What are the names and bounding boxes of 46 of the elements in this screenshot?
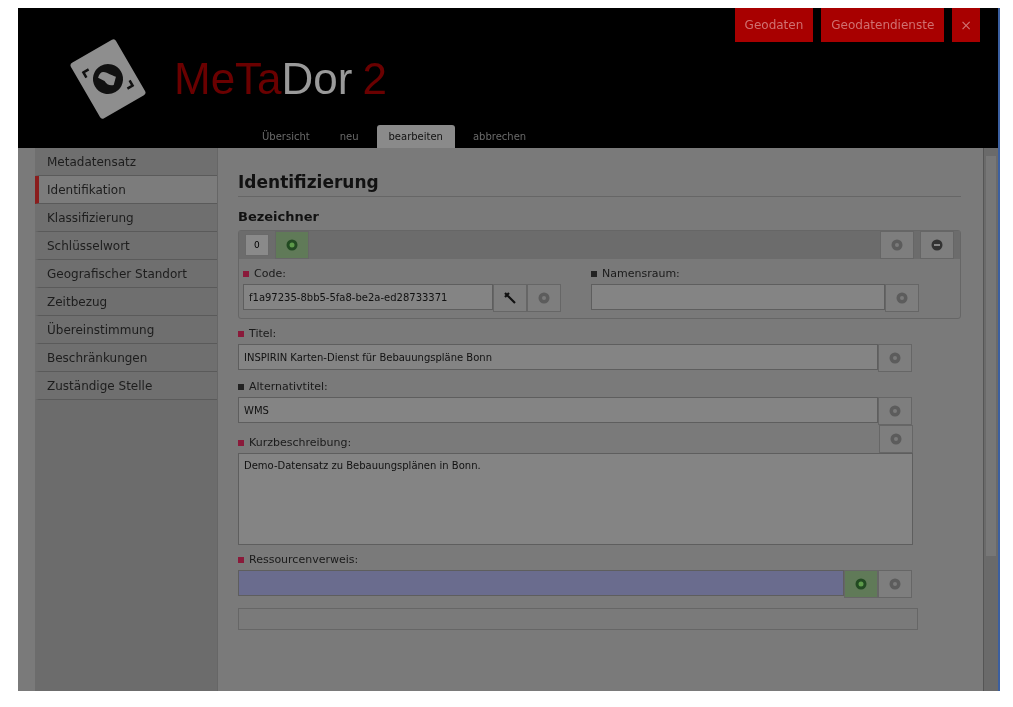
help-icon	[896, 292, 908, 304]
wrench-icon	[503, 291, 517, 305]
section-heading: Identifizierung	[238, 172, 961, 197]
sidebar-item[interactable]: Identifikation	[35, 176, 217, 204]
remove-button[interactable]	[920, 231, 954, 259]
minus-icon	[931, 239, 943, 251]
tab[interactable]: neu	[327, 125, 371, 148]
help-button[interactable]	[885, 284, 919, 312]
nav-button[interactable]: Geodatendienste	[821, 8, 945, 42]
help-button[interactable]	[878, 397, 912, 425]
field-label: Titel:	[238, 327, 961, 340]
add-button[interactable]	[274, 231, 309, 259]
scrollbar[interactable]	[983, 148, 998, 691]
text-field[interactable]: INSPIRIN Karten-Dienst für Bebauungspläne Bonn	[238, 344, 878, 370]
app-logo-text: MeTaDor 2	[174, 54, 387, 104]
resource-field[interactable]	[238, 570, 844, 596]
help-button[interactable]	[879, 425, 913, 453]
help-button[interactable]	[878, 570, 912, 598]
plus-icon	[855, 578, 867, 590]
tab[interactable]: Übersicht	[250, 125, 322, 148]
field-label: Namensraum:	[591, 267, 919, 280]
generate-button[interactable]	[493, 284, 527, 312]
description-field[interactable]: Demo-Datensatz zu Bebauungsplänen in Bonn.	[238, 453, 913, 545]
help-icon	[889, 578, 901, 590]
help-icon	[889, 405, 901, 417]
field-label: Alternativtitel:	[238, 380, 961, 393]
field-label: Code:	[243, 267, 561, 280]
help-icon	[890, 433, 902, 445]
help-icon	[538, 292, 550, 304]
tab[interactable]: bearbeiten	[376, 125, 455, 148]
nav-button[interactable]: Geodaten	[734, 8, 814, 42]
plus-icon	[285, 239, 298, 251]
help-icon	[889, 352, 901, 364]
add-button[interactable]	[844, 570, 878, 598]
field-label: Kurzbeschreibung:	[238, 436, 352, 449]
close-button[interactable]: ×	[952, 8, 980, 42]
help-button[interactable]	[880, 231, 914, 259]
field-label: Ressourcenverweis:	[238, 553, 961, 566]
identifier-tab[interactable]: 0	[245, 234, 269, 256]
subsection-heading: Bezeichner	[238, 209, 320, 224]
help-button[interactable]	[878, 344, 912, 372]
namespace-field[interactable]	[591, 284, 885, 310]
code-field[interactable]: f1a97235-8bb5-5fa8-be2a-ed28733371	[243, 284, 493, 310]
help-icon	[891, 239, 903, 251]
tab[interactable]: abbrechen	[460, 125, 539, 148]
text-field[interactable]: WMS	[238, 397, 878, 423]
